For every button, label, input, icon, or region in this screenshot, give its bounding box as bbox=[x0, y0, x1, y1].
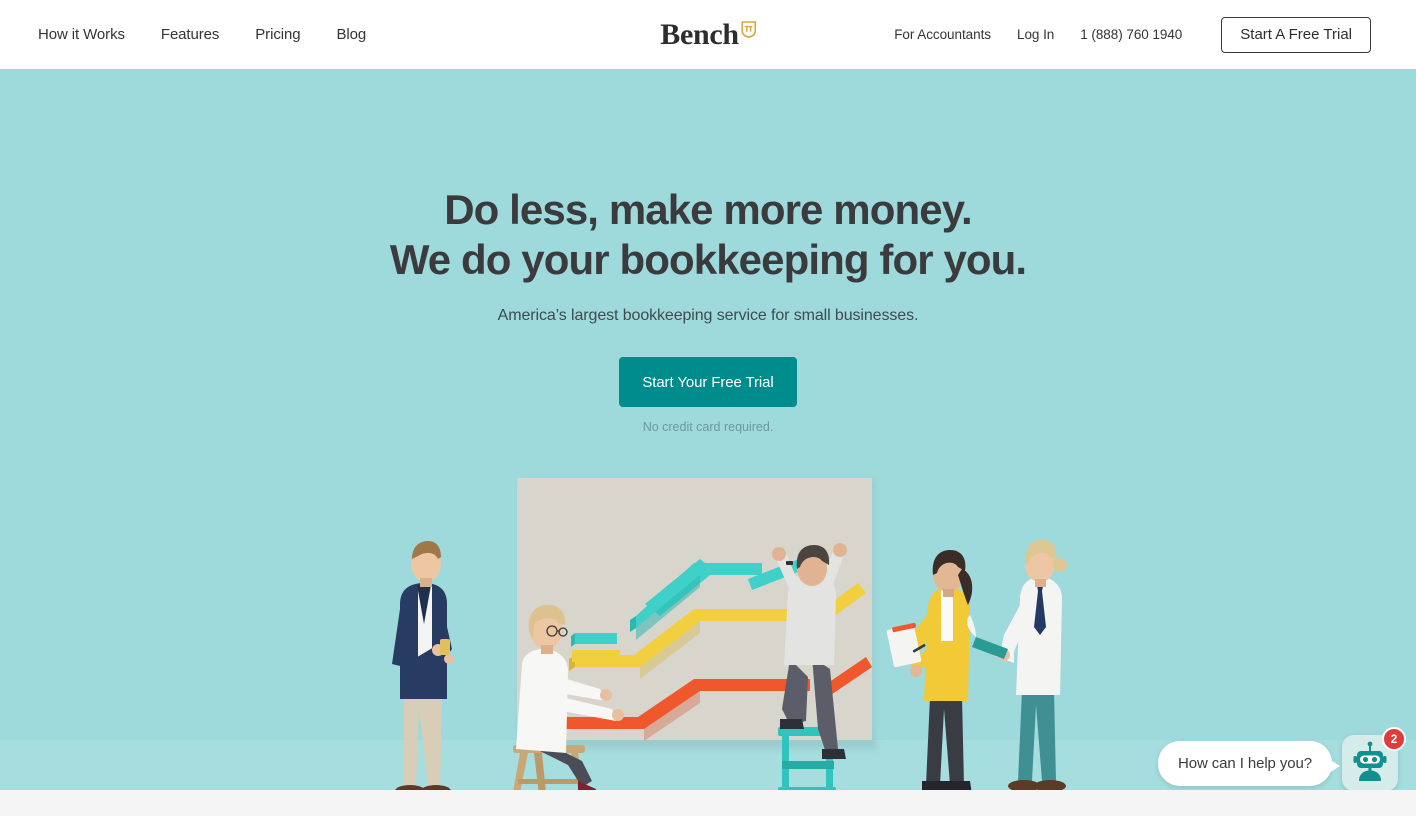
hero-headline: Do less, make more money. We do your boo… bbox=[0, 185, 1416, 285]
page-bottom-strip bbox=[0, 790, 1416, 816]
nav-item-pricing[interactable]: Pricing bbox=[255, 26, 300, 43]
chat-widget[interactable]: How can I help you? 2 bbox=[1157, 727, 1406, 790]
nav-item-how-it-works[interactable]: How it Works bbox=[38, 26, 125, 43]
logo-wordmark: Bench bbox=[660, 17, 739, 51]
nav-item-for-accountants[interactable]: For Accountants bbox=[894, 27, 991, 42]
chat-bubble[interactable]: How can I help you? bbox=[1157, 740, 1341, 786]
bench-logo[interactable]: Bench bbox=[660, 17, 756, 51]
person-man-on-step-stool bbox=[772, 543, 847, 790]
chat-unread-badge: 2 bbox=[1382, 727, 1406, 751]
robot-icon bbox=[1350, 741, 1390, 786]
chat-avatar-button[interactable]: 2 bbox=[1342, 727, 1406, 790]
hero-start-free-trial-button[interactable]: Start Your Free Trial bbox=[619, 357, 797, 407]
person-man-with-book bbox=[967, 540, 1067, 790]
nav-item-blog[interactable]: Blog bbox=[336, 26, 366, 43]
phone-number-link[interactable]: 1 (888) 760 1940 bbox=[1080, 27, 1182, 42]
hero-headline-line-1: Do less, make more money. bbox=[444, 186, 973, 233]
hero-illustration bbox=[0, 409, 1416, 790]
site-header: How it Works Features Pricing Blog Bench… bbox=[0, 0, 1416, 69]
person-woman-with-clipboard bbox=[886, 550, 973, 790]
hero-subheadline: America’s largest bookkeeping service fo… bbox=[497, 307, 919, 324]
hero-section: Do less, make more money. We do your boo… bbox=[0, 69, 1416, 790]
hero-headline-line-2: We do your bookkeeping for you. bbox=[389, 236, 1027, 283]
primary-navigation: How it Works Features Pricing Blog bbox=[38, 26, 366, 43]
person-man-with-phone bbox=[392, 541, 454, 790]
nav-item-features[interactable]: Features bbox=[161, 26, 220, 43]
secondary-navigation: For Accountants Log In 1 (888) 760 1940 … bbox=[894, 16, 1371, 53]
bench-shield-icon bbox=[740, 20, 756, 38]
header-start-free-trial-button[interactable]: Start A Free Trial bbox=[1221, 16, 1371, 53]
person-woman-on-stool bbox=[513, 605, 624, 790]
nav-item-log-in[interactable]: Log In bbox=[1017, 27, 1054, 42]
illustration-people bbox=[392, 540, 1067, 790]
